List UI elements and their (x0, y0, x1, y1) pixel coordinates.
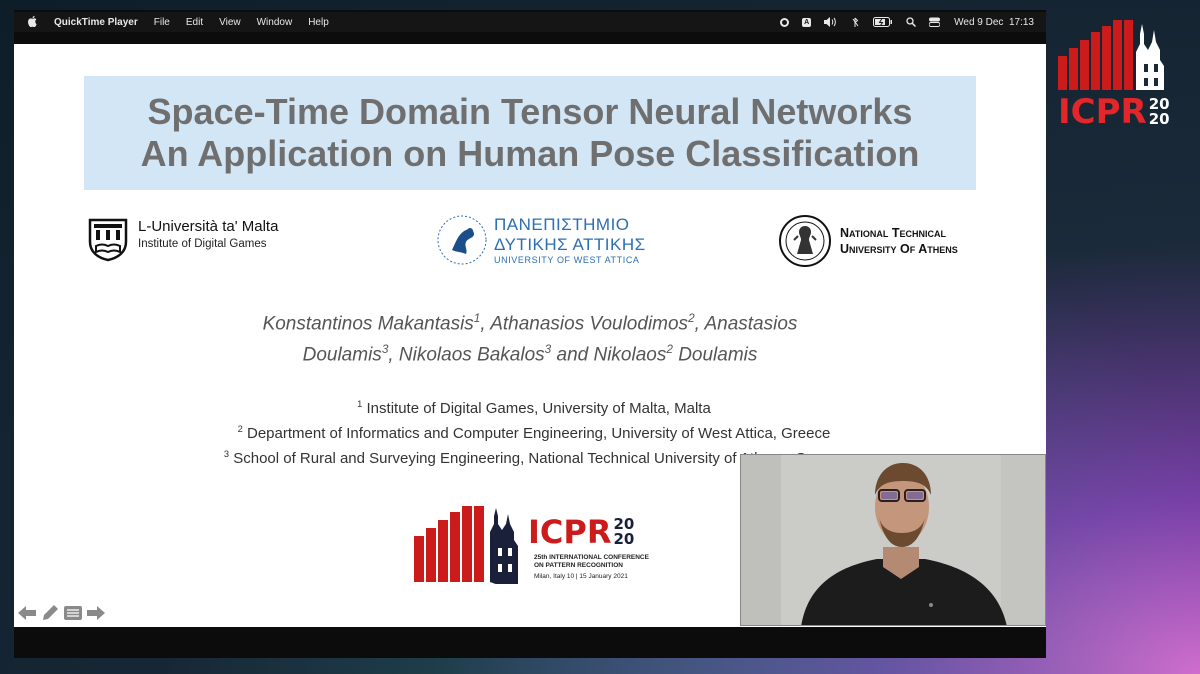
ntua-name-line-2: University Of Athens (840, 242, 958, 256)
menu-clock[interactable]: Wed 9 Dec 17:13 (954, 17, 1034, 28)
icpr-skyline-icon (414, 506, 518, 584)
author-list: Konstantinos Makantasis1, Athanasios Vou… (262, 312, 798, 366)
menu-icon[interactable] (64, 605, 82, 621)
menu-view[interactable]: View (219, 17, 241, 28)
author-name: Anastasios (704, 313, 798, 335)
mac-menu-bar: QuickTime Player File Edit View Window H… (14, 12, 1046, 32)
author-affiliation-mark: 2 (666, 343, 673, 357)
icpr-year-bottom: 20 (613, 530, 635, 548)
uwa-greek-line-1: ΠΑΝΕΠΙΣΤΗΜΙΟ (494, 215, 630, 234)
icpr-corner-skyline-icon (1058, 20, 1164, 90)
menu-window[interactable]: Window (257, 17, 293, 28)
input-source-icon[interactable]: A (802, 17, 812, 27)
conference-subtitle-2: ON PATTERN RECOGNITION (534, 562, 623, 569)
screen-record-icon[interactable] (780, 17, 790, 27)
icpr-conference-logo: ICPR 20 20 25th INTERNATIONAL CONFERENCE… (414, 502, 654, 588)
status-area: A Wed 9 Dec 17:13 (767, 17, 1034, 28)
author-name: Nikolaos (593, 344, 667, 366)
apple-menu-icon[interactable] (28, 15, 40, 30)
malta-university-name: L-Università ta' Malta (138, 218, 279, 235)
slide-title-line-2: An Application on Human Pose Classificat… (140, 133, 920, 174)
control-center-icon[interactable] (929, 17, 941, 27)
university-west-attica-logo: ΠΑΝΕΠΙΣΤΗΜΙΟ ΔΥΤΙΚΗΣ ΑΤΤΙΚΗΣ UNIVERSITY … (436, 214, 646, 266)
conference-dates: Milan, Italy 10 | 15 January 2021 (534, 573, 628, 580)
author-name: Athanasios Voulodimos (490, 313, 689, 335)
icpr-corner-wordmark: ICPR (1058, 92, 1147, 132)
ntua-seal-icon (779, 215, 831, 267)
ntua-name-line-1: National Technical (840, 226, 946, 240)
arrow-right-icon[interactable] (87, 605, 105, 621)
author-affiliation-mark: 1 (473, 312, 481, 325)
author-name: Nikolaos Bakalos (398, 344, 545, 366)
author-affiliation-mark: 2 (688, 312, 695, 325)
icpr-corner-year-bottom: 20 (1148, 110, 1170, 128)
author-name: Konstantinos Makantasis (262, 313, 474, 335)
slide-navigation (18, 604, 110, 622)
ntua-logo: National Technical University Of Athens (778, 214, 958, 268)
malta-institute-name: Institute of Digital Games (138, 238, 267, 250)
uwa-greek-line-2: ΔΥΤΙΚΗΣ ΑΤΤΙΚΗΣ (494, 235, 646, 254)
malta-crest-icon (88, 218, 128, 262)
conference-subtitle-1: 25th INTERNATIONAL CONFERENCE (534, 554, 649, 561)
arrow-left-icon[interactable] (18, 605, 36, 621)
menu-edit[interactable]: Edit (186, 17, 203, 28)
university-of-malta-logo: L-Università ta' Malta Institute of Digi… (86, 216, 278, 262)
author-name: Doulamis (302, 344, 382, 366)
presenter-webcam-video (740, 454, 1046, 626)
author-affiliation-mark: 3 (381, 343, 389, 357)
app-menu-quicktime[interactable]: QuickTime Player (54, 17, 138, 28)
icpr-corner-logo: ICPR 20 20 (1058, 18, 1180, 134)
volume-icon[interactable] (824, 17, 837, 27)
affiliation-line: 2 Department of Informatics and Computer… (237, 424, 831, 442)
author-affiliation-mark: 3 (544, 343, 552, 357)
pencil-icon[interactable] (41, 604, 59, 622)
slide-title-box: Space-Time Domain Tensor Neural Networks… (84, 76, 976, 190)
menu-file[interactable]: File (154, 17, 170, 28)
uwa-emblem-icon (437, 215, 487, 265)
presenter-video-frame (741, 455, 1045, 625)
author-name: Doulamis (678, 344, 758, 366)
battery-icon[interactable] (873, 17, 893, 27)
slide-title-line-1: Space-Time Domain Tensor Neural Networks (147, 91, 913, 132)
uwa-english-name: UNIVERSITY OF WEST ATTICA (494, 255, 640, 265)
spotlight-search-icon[interactable] (906, 17, 917, 27)
menu-help[interactable]: Help (308, 17, 329, 28)
icpr-wordmark: ICPR (528, 513, 612, 551)
affiliation-line: 1 Institute of Digital Games, University… (357, 399, 711, 417)
bluetooth-off-icon[interactable] (850, 17, 860, 28)
